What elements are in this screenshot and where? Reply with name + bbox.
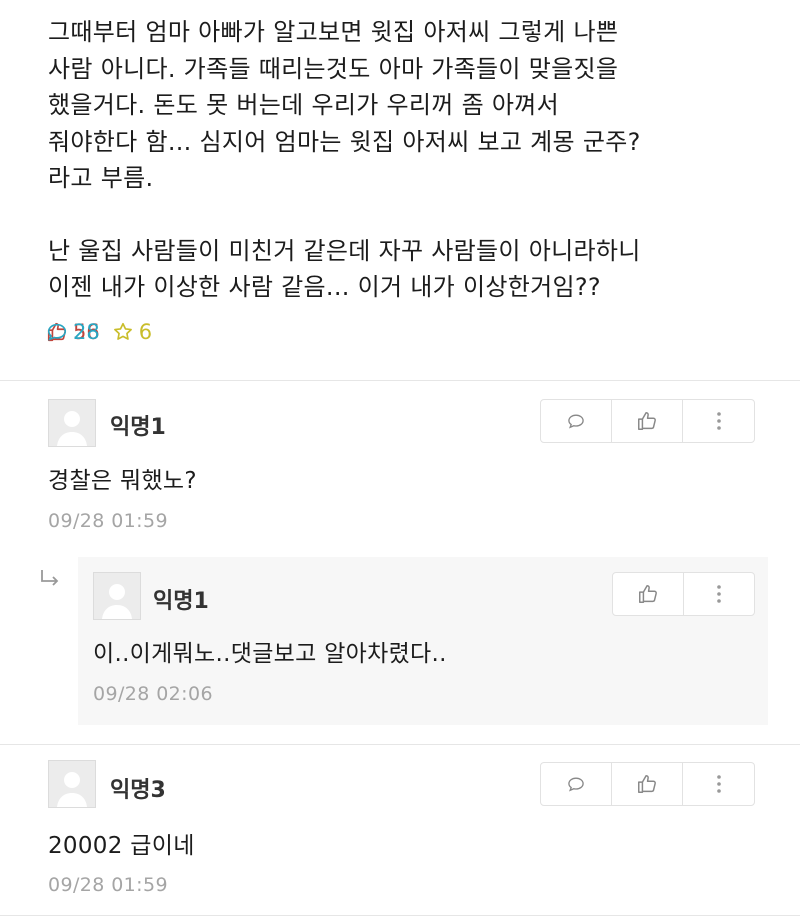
more-button[interactable] <box>683 400 754 442</box>
divider <box>0 380 800 381</box>
like-button[interactable] <box>612 763 683 805</box>
comment-actions <box>540 762 755 806</box>
reply-text: 이..이게뭐노..댓글보고 알아차렸다.. <box>93 641 447 667</box>
comment-time: 09/28 01:59 <box>48 510 168 532</box>
comment-count-value: 28 <box>73 320 100 344</box>
post-line: 라고 부름. <box>48 164 154 192</box>
more-button[interactable] <box>683 763 754 805</box>
post-line: 줘야한다 함... 심지어 엄마는 윗집 아저씨 보고 계몽 군주? <box>48 127 641 156</box>
post-line: 했을거다. 돈도 못 버는데 우리가 우리꺼 좀 아껴서 <box>48 91 560 119</box>
comment-author: 익명1 <box>110 415 166 440</box>
reply-button[interactable] <box>541 763 612 805</box>
like-button[interactable] <box>613 573 684 615</box>
comment-actions <box>540 399 755 443</box>
thumbs-up-icon <box>638 412 656 430</box>
reply-time: 09/28 02:06 <box>93 683 213 705</box>
comment-count[interactable]: 28 <box>46 320 100 344</box>
more-vertical-icon <box>716 412 721 430</box>
avatar <box>48 760 96 808</box>
more-vertical-icon <box>716 775 721 793</box>
default-avatar-icon <box>102 584 132 619</box>
post-line: 그때부터 엄마 아빠가 알고보면 윗집 아저씨 그렇게 나쁜 <box>48 18 619 46</box>
speech-bubble-icon <box>47 323 67 341</box>
post-stats: 56 28 6 <box>46 317 164 347</box>
comment-text: 20002 급이네 <box>48 833 195 859</box>
comment-author: 익명3 <box>110 778 166 803</box>
thumbs-up-icon <box>638 585 657 603</box>
scrap-count[interactable]: 6 <box>112 320 152 344</box>
reply-arrow-icon <box>41 570 59 586</box>
post-line: 이젠 내가 이상한 사람 같음... 이거 내가 이상한거임?? <box>48 273 601 301</box>
default-avatar-icon <box>57 772 87 807</box>
reply-button[interactable] <box>541 400 612 442</box>
avatar <box>93 572 141 620</box>
speech-bubble-icon <box>568 777 584 792</box>
speech-bubble-icon <box>568 414 584 429</box>
comment-text: 경찰은 뭐했노? <box>48 468 197 494</box>
reply-actions <box>612 572 755 616</box>
divider <box>0 915 800 916</box>
more-button[interactable] <box>684 573 755 615</box>
like-button[interactable] <box>612 400 683 442</box>
star-icon <box>113 322 132 340</box>
default-avatar-icon <box>57 411 87 446</box>
more-vertical-icon <box>716 585 721 603</box>
comment-time: 09/28 01:59 <box>48 874 168 896</box>
post-line: 사람 아니다. 가족들 때리는것도 아마 가족들이 맞을짓을 <box>48 54 619 83</box>
reply-author: 익명1 <box>153 589 209 614</box>
post-line: 난 울집 사람들이 미친거 같은데 자꾸 사람들이 아니라하니 <box>48 236 641 265</box>
avatar <box>48 399 96 447</box>
thumbs-up-icon <box>638 775 656 793</box>
post-body: 그때부터 엄마 아빠가 알고보면 윗집 아저씨 그렇게 나쁜 사람 아니다. 가… <box>48 14 768 306</box>
scrap-count-value: 6 <box>138 320 153 344</box>
divider <box>0 744 800 745</box>
